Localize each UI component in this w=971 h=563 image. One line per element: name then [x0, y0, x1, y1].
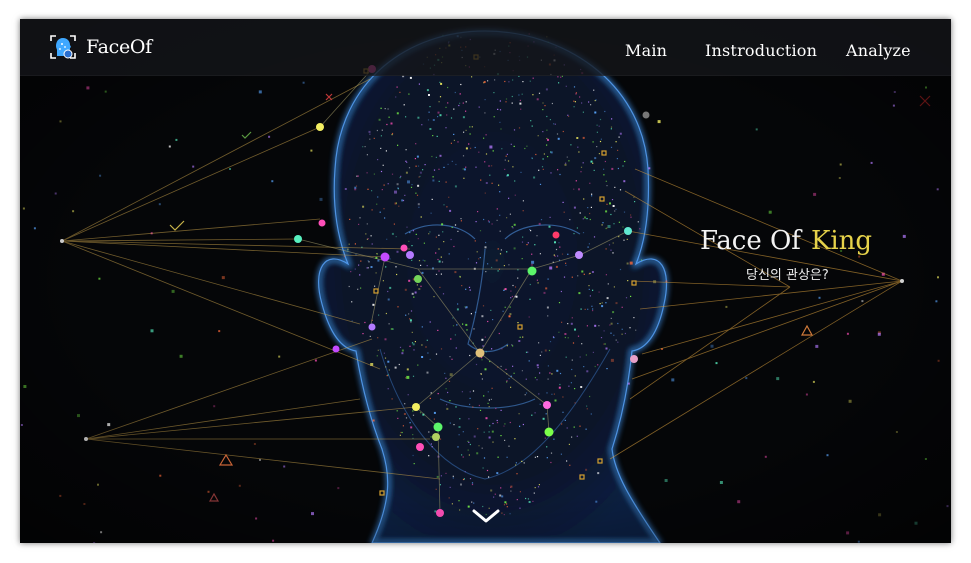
brand-name: FaceOf — [86, 36, 152, 58]
hero-title: Face Of King — [700, 226, 872, 256]
top-navbar: FaceOf Main Instroduction Analyze — [20, 19, 951, 76]
face-scan-icon — [50, 35, 76, 59]
hero-title-accent: King — [810, 226, 873, 256]
chevron-down-icon[interactable] — [471, 507, 501, 525]
nav-introduction[interactable]: Instroduction — [705, 41, 817, 60]
browser-viewport: FaceOf Main Instroduction Analyze Face O… — [20, 19, 951, 543]
brand-logo[interactable]: FaceOf — [49, 33, 152, 61]
hero-title-main: Face Of — [700, 226, 801, 256]
nav-main[interactable]: Main — [625, 41, 667, 60]
nav-analyze[interactable]: Analyze — [846, 41, 911, 60]
hero-subtitle: 당신의 관상은? — [746, 268, 829, 283]
